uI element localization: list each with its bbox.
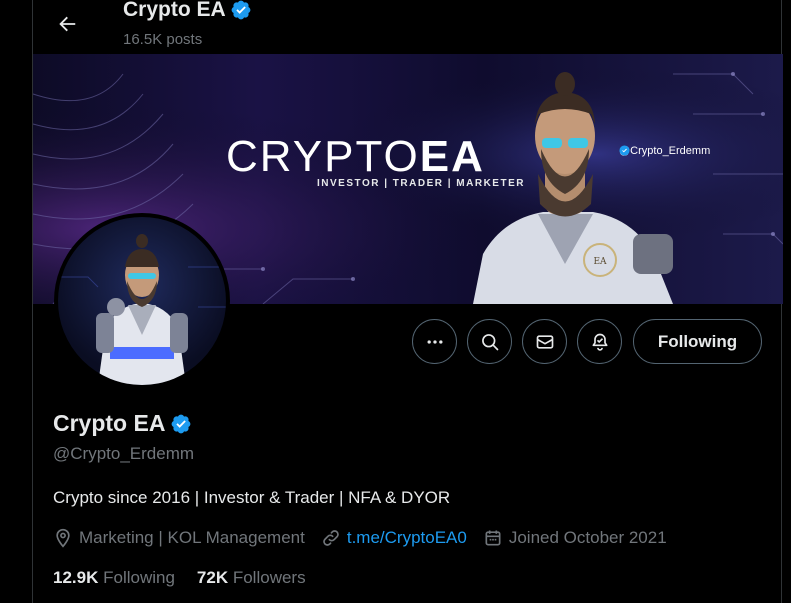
followers-stat[interactable]: 72K Followers <box>197 568 306 588</box>
banner-verified-icon <box>619 145 630 156</box>
profile-handle: @Crypto_Erdemm <box>53 444 195 463</box>
display-name: Crypto EA <box>53 410 192 437</box>
profile-bio: Crypto since 2016 | Investor & Trader | … <box>53 488 451 507</box>
header-title: Crypto EA <box>123 0 252 22</box>
notifications-button[interactable] <box>577 319 622 364</box>
banner-tagline: INVESTOR | TRADER | MARKETER <box>317 178 525 189</box>
joined-item: Joined October 2021 <box>483 528 667 548</box>
following-stat[interactable]: 12.9K Following <box>53 568 175 588</box>
header-name: Crypto EA <box>123 0 226 21</box>
envelope-icon <box>536 334 553 349</box>
avatar-art <box>58 234 226 385</box>
profile-stats: 12.9K Following 72K Followers <box>53 568 306 588</box>
bell-check-icon <box>592 333 607 351</box>
search-icon <box>481 333 498 350</box>
arrow-left-icon <box>59 16 76 32</box>
followers-label: Followers <box>232 568 306 587</box>
profile-name: Crypto EA <box>53 410 166 436</box>
profile-meta: Marketing | KOL Management t.me/CryptoEA… <box>53 528 683 548</box>
link-icon <box>323 530 339 546</box>
message-button[interactable] <box>522 319 567 364</box>
back-button[interactable] <box>49 6 85 42</box>
calendar-icon <box>485 530 501 546</box>
more-button[interactable] <box>412 319 457 364</box>
avatar[interactable] <box>54 213 230 389</box>
website-item: t.me/CryptoEA0 <box>321 528 467 548</box>
banner-brand-bold: EA <box>419 132 485 181</box>
following-label: Following <box>103 568 175 587</box>
banner-emblem: EA <box>593 257 607 267</box>
joined-text: Joined October 2021 <box>508 528 667 547</box>
following-button[interactable]: Following <box>633 319 762 364</box>
profile-header: Crypto EA 16.5K posts <box>33 0 783 53</box>
followers-count: 72K <box>196 568 229 587</box>
banner-brand: CRYPTOEA <box>226 132 485 182</box>
banner-brand-light: CRYPTO <box>226 132 420 181</box>
website-link[interactable]: t.me/CryptoEA0 <box>347 528 467 548</box>
location-text: Marketing | KOL Management <box>79 528 305 547</box>
location-pin-icon <box>56 528 70 548</box>
verified-badge-icon[interactable] <box>170 413 192 435</box>
verified-badge-icon <box>231 0 251 20</box>
header-post-count: 16.5K posts <box>123 31 203 48</box>
profile-column: Crypto EA 16.5K posts EA CRYPTOEA INVEST… <box>32 0 783 603</box>
search-profile-button[interactable] <box>467 319 512 364</box>
page-scrollbar[interactable] <box>783 0 791 603</box>
location-item: Marketing | KOL Management <box>53 528 305 548</box>
more-dots-icon <box>427 339 442 344</box>
following-count: 12.9K <box>53 568 99 587</box>
banner-handle: @Crypto_Erdemm <box>619 145 710 157</box>
banner-handle-text: @Crypto_Erdemm <box>619 145 711 157</box>
